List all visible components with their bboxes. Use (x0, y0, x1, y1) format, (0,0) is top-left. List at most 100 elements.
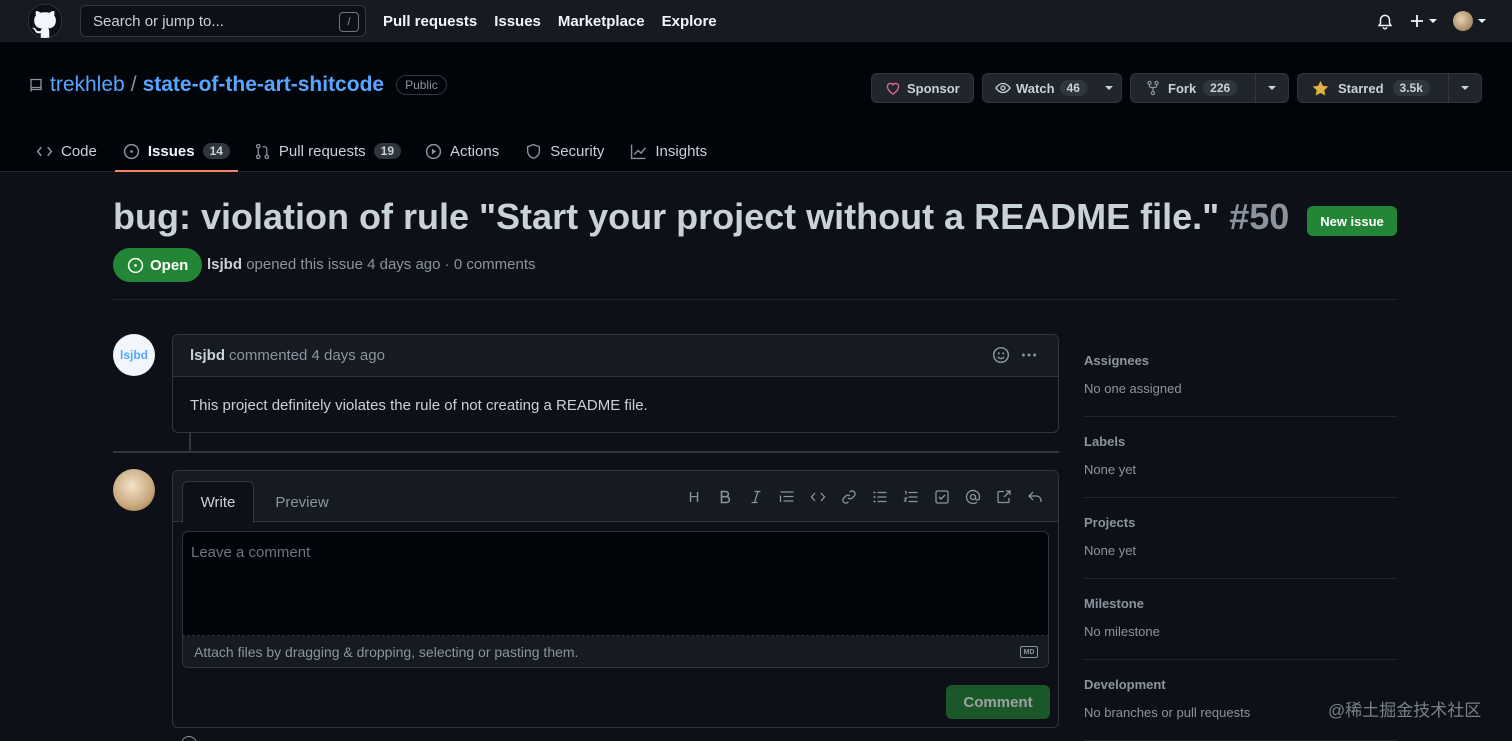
bold-icon[interactable] (716, 488, 734, 506)
quote-icon[interactable] (778, 488, 796, 506)
chevron-down-icon (1429, 19, 1437, 23)
sponsor-label: Sponsor (907, 80, 960, 96)
task-list-icon[interactable] (933, 488, 951, 506)
sponsor-button[interactable]: Sponsor (871, 73, 974, 103)
link-icon[interactable] (840, 488, 858, 506)
sidebar-section-title: Projects (1084, 515, 1136, 530)
fork-dropdown[interactable] (1255, 74, 1288, 102)
issue-meta-text: opened this issue 4 days ago · 0 comment… (246, 256, 536, 273)
tab-security-label: Security (550, 142, 605, 160)
new-comment-form: Write Preview H Leave a comment Attach f… (172, 470, 1059, 728)
fork-label: Fork (1168, 80, 1197, 96)
sidebar-section-value: No one assigned (1084, 381, 1182, 396)
global-nav: Pull requests Issues Marketplace Explore (383, 0, 717, 42)
github-logo-icon[interactable] (28, 4, 62, 38)
eye-icon (995, 80, 1011, 96)
repo-owner-link[interactable]: trekhleb (50, 73, 125, 97)
comment-textarea[interactable]: Leave a comment (182, 531, 1049, 636)
tab-preview[interactable]: Preview (266, 481, 338, 523)
issue-meta: lsjbd opened this issue 4 days ago · 0 c… (207, 256, 536, 273)
attach-hint: Attach files by dragging & dropping, sel… (194, 643, 579, 660)
header-actions (1376, 0, 1486, 42)
issue-opened-icon (123, 143, 140, 160)
unordered-list-icon[interactable] (871, 488, 889, 506)
sidebar-milestone[interactable]: Milestone No milestone (1084, 579, 1397, 660)
new-issue-button[interactable]: New issue (1307, 206, 1397, 236)
italic-icon[interactable] (747, 488, 765, 506)
heart-icon (885, 80, 901, 96)
tab-security[interactable]: Security (517, 130, 612, 172)
tab-insights[interactable]: Insights (622, 130, 715, 172)
nav-pull-requests[interactable]: Pull requests (383, 13, 477, 30)
header-divider (113, 299, 1397, 300)
cross-reference-icon[interactable] (995, 488, 1013, 506)
star-filled-icon (1312, 80, 1329, 97)
watch-dropdown[interactable] (1099, 74, 1119, 102)
sidebar-projects[interactable]: Projects None yet (1084, 498, 1397, 579)
current-user-avatar[interactable] (113, 469, 155, 511)
user-menu[interactable] (1453, 11, 1486, 31)
kebab-horizontal-icon[interactable] (1020, 346, 1038, 364)
comment-body: This project definitely violates the rul… (190, 397, 648, 414)
tab-write[interactable]: Write (182, 481, 254, 523)
timeline-line (189, 433, 191, 451)
tab-issues[interactable]: Issues 14 (114, 130, 238, 172)
watch-button[interactable]: Watch 46 (982, 73, 1122, 103)
repo-icon (28, 77, 44, 93)
shield-icon (525, 143, 542, 160)
issue-comment: lsjbd commented 4 days ago This project … (172, 334, 1059, 433)
search-input[interactable]: Search or jump to... / (80, 5, 366, 37)
sidebar-section-value: No milestone (1084, 624, 1160, 639)
file-attachment-area[interactable]: Attach files by dragging & dropping, sel… (182, 636, 1049, 668)
search-placeholder: Search or jump to... (93, 12, 224, 30)
ordered-list-icon[interactable] (902, 488, 920, 506)
heading-icon[interactable]: H (685, 488, 703, 506)
global-header: Search or jump to... / Pull requests Iss… (0, 0, 1512, 42)
issue-opened-icon (127, 257, 144, 274)
issue-sidebar: Assignees No one assigned Labels None ye… (1084, 336, 1397, 741)
repo-path-separator: / (130, 73, 137, 96)
watch-label: Watch (1016, 80, 1055, 96)
submit-comment-button[interactable]: Comment (946, 685, 1050, 719)
code-icon[interactable] (809, 488, 827, 506)
star-button-group: Starred 3.5k (1297, 73, 1482, 103)
author-avatar[interactable]: lsjbd (113, 334, 155, 376)
markdown-toolbar: H (685, 488, 1044, 506)
tab-pull-requests[interactable]: Pull requests 19 (246, 130, 409, 172)
nav-marketplace[interactable]: Marketplace (558, 13, 645, 30)
comment-form-tabs: Write Preview H (173, 471, 1058, 523)
create-new-plus-icon[interactable] (1410, 14, 1437, 28)
markdown-icon[interactable]: MD (1020, 646, 1038, 658)
bell-icon[interactable] (1376, 12, 1394, 30)
comment-header: lsjbd commented 4 days ago (173, 335, 1058, 377)
star-lists-dropdown[interactable] (1448, 74, 1481, 102)
issue-state-badge: Open (113, 248, 203, 282)
sidebar-assignees[interactable]: Assignees No one assigned (1084, 336, 1397, 417)
sidebar-section-title: Development (1084, 677, 1166, 692)
repo-name-link[interactable]: state-of-the-art-shitcode (143, 73, 385, 97)
git-pull-request-icon (254, 143, 271, 160)
starred-button[interactable]: Starred 3.5k (1298, 74, 1448, 102)
issue-title: bug: violation of rule "Start your proje… (113, 196, 1289, 238)
sidebar-section-title: Assignees (1084, 353, 1150, 368)
fork-button[interactable]: Fork 226 (1131, 74, 1255, 102)
comment-author-link[interactable]: lsjbd (190, 347, 225, 364)
issue-author-link[interactable]: lsjbd (207, 256, 242, 273)
pull-requests-count: 19 (373, 143, 401, 159)
tab-pull-requests-label: Pull requests (278, 142, 366, 160)
sidebar-labels[interactable]: Labels None yet (1084, 417, 1397, 498)
issues-count: 14 (202, 143, 230, 159)
nav-explore[interactable]: Explore (662, 13, 717, 30)
tab-code-label: Code (61, 142, 97, 160)
tab-code[interactable]: Code (28, 130, 105, 172)
mention-icon[interactable] (964, 488, 982, 506)
repo-title: trekhleb / state-of-the-art-shitcode Pub… (28, 73, 447, 97)
comment-action-text: commented 4 days ago (229, 347, 385, 364)
repo-nav: Code Issues 14 Pull requests 19 Actions … (28, 130, 715, 172)
smiley-reaction-icon[interactable] (992, 346, 1010, 364)
tab-actions[interactable]: Actions (417, 130, 507, 172)
nav-issues[interactable]: Issues (494, 13, 541, 30)
code-icon (36, 143, 53, 160)
reply-icon[interactable] (1026, 488, 1044, 506)
watermark: @稀土掘金技术社区 (1328, 701, 1482, 720)
